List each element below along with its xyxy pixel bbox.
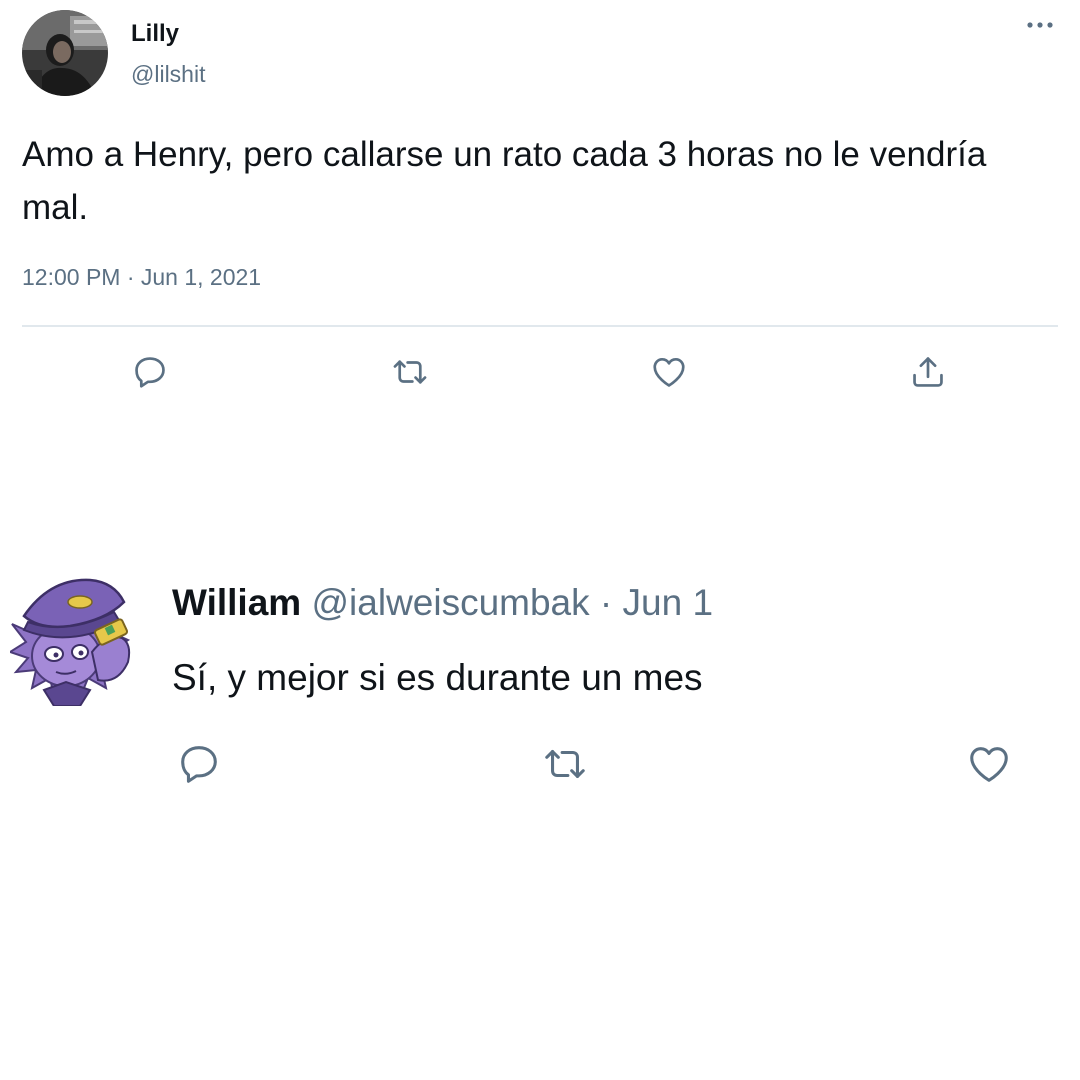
reply-author-name[interactable]: William <box>172 582 301 623</box>
avatar-photo <box>22 10 108 96</box>
tweet-timestamp[interactable]: 12:00 PM · Jun 1, 2021 <box>22 264 261 291</box>
divider <box>22 325 1058 327</box>
more-options-button[interactable] <box>1022 14 1058 38</box>
avatar-illustration <box>7 578 131 707</box>
reply-text: Sí, y mejor si es durante un mes <box>172 657 703 698</box>
share-icon <box>913 357 943 387</box>
author-name[interactable]: Lilly <box>131 20 179 48</box>
tweet-text: Amo a Henry, pero callarse un rato cada … <box>22 135 987 227</box>
like-icon <box>653 357 685 387</box>
author-avatar[interactable] <box>22 10 108 96</box>
reply-like-button[interactable] <box>962 737 1016 791</box>
reply-header: William @ialweiscumbak · Jun 1 <box>172 582 713 624</box>
retweet-button[interactable] <box>388 350 432 394</box>
reply-retweet-button[interactable] <box>538 737 592 791</box>
reply-button[interactable] <box>128 350 172 394</box>
reply-reply-button[interactable] <box>172 737 226 791</box>
reply-handle-date[interactable]: @ialweiscumbak · Jun 1 <box>311 582 713 623</box>
reply-author-avatar[interactable] <box>7 572 138 707</box>
retweet-icon <box>545 750 585 778</box>
reply-icon <box>181 746 217 783</box>
reply-icon <box>135 357 165 388</box>
retweet-icon <box>393 360 427 384</box>
more-horizontal-icon <box>1027 22 1053 28</box>
like-button[interactable] <box>647 350 691 394</box>
like-icon <box>970 747 1008 782</box>
author-handle[interactable]: @lilshit <box>131 61 205 88</box>
share-button[interactable] <box>906 350 950 394</box>
